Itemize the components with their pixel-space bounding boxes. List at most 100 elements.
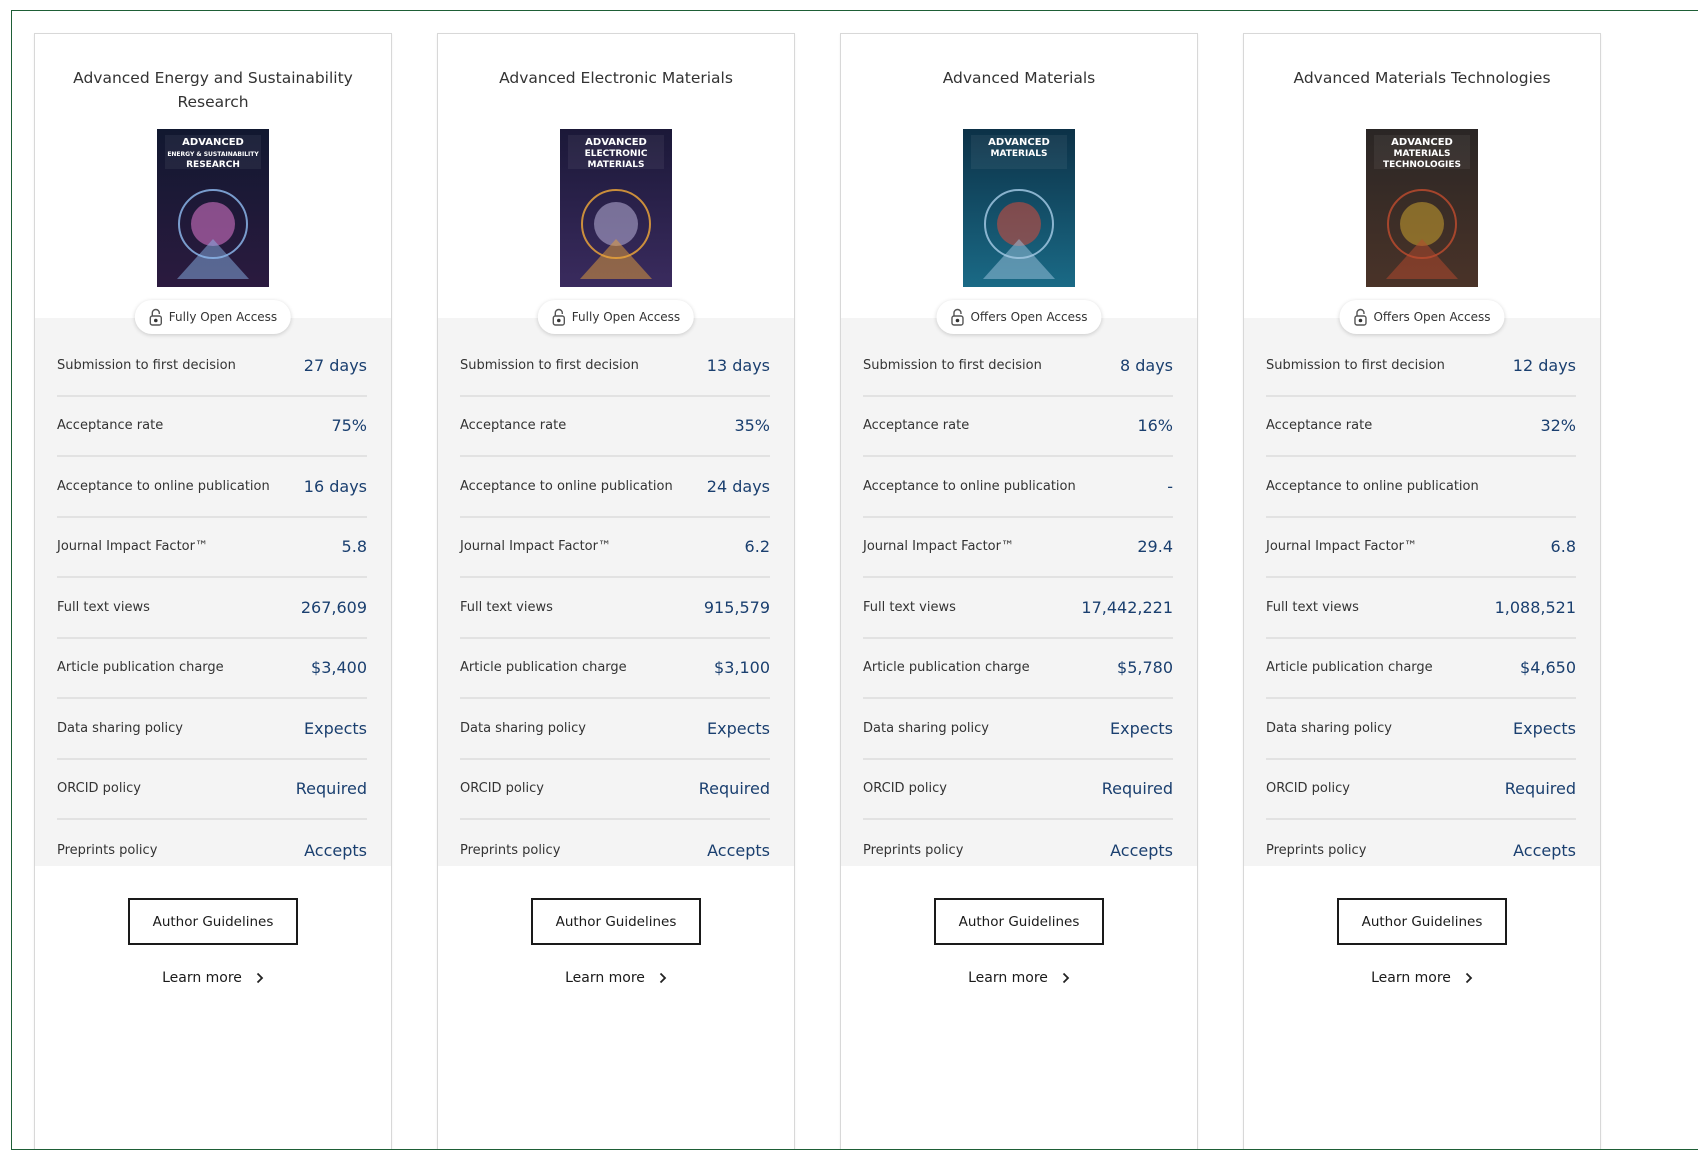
metric-row: Acceptance to online publication 24 days: [460, 457, 770, 518]
metric-value: Accepts: [304, 840, 367, 860]
metric-row: Data sharing policy Expects: [460, 699, 770, 760]
metric-row: Acceptance rate 35%: [460, 397, 770, 457]
metric-row: Journal Impact Factor™ 5.8: [57, 518, 367, 578]
metric-value: $4,650: [1520, 658, 1576, 678]
learn-more-link[interactable]: Learn more: [35, 970, 391, 986]
metric-row: ORCID policy Required: [57, 760, 367, 820]
journal-title[interactable]: Advanced Energy and Sustainability Resea…: [63, 66, 363, 114]
metric-row: Acceptance rate 32%: [1266, 397, 1576, 457]
metric-value: Accepts: [1513, 840, 1576, 860]
metric-label: Article publication charge: [863, 660, 1030, 676]
metric-row: ORCID policy Required: [460, 760, 770, 820]
metric-label: Full text views: [460, 599, 553, 615]
metric-value: Expects: [1110, 718, 1173, 738]
cover-masthead-line: RESEARCH: [186, 160, 240, 170]
metric-row: Article publication charge $4,650: [1266, 639, 1576, 699]
learn-more-link[interactable]: Learn more: [438, 970, 794, 986]
open-access-badge: Offers Open Access: [1339, 300, 1505, 334]
author-guidelines-button[interactable]: Author Guidelines: [531, 898, 701, 945]
metric-value: 1,088,521: [1494, 597, 1576, 617]
metric-row: Full text views 17,442,221: [863, 578, 1173, 639]
metric-row: Data sharing policy Expects: [863, 699, 1173, 760]
metric-row: Journal Impact Factor™ 6.8: [1266, 518, 1576, 578]
page-frame: Advanced Energy and Sustainability Resea…: [11, 10, 1698, 1150]
journal-cover-image[interactable]: ADVANCED MATERIALS TECHNOLOGIES: [1366, 129, 1478, 287]
metric-value: 35%: [734, 416, 770, 436]
cover-masthead-line: MATERIALS: [588, 160, 645, 170]
metric-row: ORCID policy Required: [1266, 760, 1576, 820]
card-footer: Author Guidelines Learn more: [438, 866, 794, 1149]
journal-card: Advanced Materials ADVANCED MATERIALS Offer…: [840, 33, 1198, 1149]
journal-cover-image[interactable]: ADVANCED ELECTRONIC MATERIALS: [560, 129, 672, 287]
open-lock-icon: [951, 308, 964, 326]
metric-label: Submission to first decision: [460, 357, 639, 373]
journal-title[interactable]: Advanced Materials Technologies: [1272, 66, 1572, 90]
card-header: Advanced Materials Technologies ADVANCED M…: [1244, 34, 1600, 334]
learn-more-link[interactable]: Learn more: [841, 970, 1197, 986]
author-guidelines-button[interactable]: Author Guidelines: [934, 898, 1104, 945]
metric-label: Acceptance to online publication: [460, 478, 673, 494]
metric-value: 16%: [1137, 416, 1173, 436]
metric-label: ORCID policy: [863, 781, 947, 797]
card-footer: Author Guidelines Learn more: [841, 866, 1197, 1149]
chevron-right-icon: [659, 972, 667, 984]
metric-row: Acceptance to online publication 16 days: [57, 457, 367, 518]
metric-label: Data sharing policy: [57, 720, 184, 736]
cover-masthead-line: ADVANCED: [585, 137, 647, 148]
metric-value: 6.8: [1550, 537, 1576, 557]
learn-more-label: Learn more: [1371, 970, 1451, 986]
card-header: Advanced Electronic Materials ADVANCED ELE…: [438, 34, 794, 334]
metric-row: Submission to first decision 12 days: [1266, 336, 1576, 397]
cover-masthead-line: ADVANCED: [182, 137, 244, 148]
metric-value: $5,780: [1117, 658, 1173, 678]
cover-masthead-line: ENERGY & SUSTAINABILITY: [167, 151, 259, 158]
metric-label: Data sharing policy: [863, 720, 990, 736]
metric-value: 17,442,221: [1081, 597, 1173, 617]
metric-value: 32%: [1540, 416, 1576, 436]
metric-row: Article publication charge $3,400: [57, 639, 367, 699]
metrics-list: Submission to first decision 27 days Accep…: [35, 318, 391, 866]
metric-value: 13 days: [706, 355, 770, 375]
metric-row: Journal Impact Factor™ 29.4: [863, 518, 1173, 578]
metric-row: Acceptance rate 16%: [863, 397, 1173, 457]
metrics-list: Submission to first decision 8 days Accept…: [841, 318, 1197, 866]
author-guidelines-button[interactable]: Author Guidelines: [128, 898, 298, 945]
cover-masthead-line: ELECTRONIC: [585, 149, 648, 159]
metric-row: Acceptance to online publication -: [863, 457, 1173, 518]
journal-cards: Advanced Energy and Sustainability Resea…: [34, 33, 1698, 1149]
metric-label: Acceptance rate: [1266, 418, 1373, 434]
open-access-badge: Fully Open Access: [134, 300, 292, 334]
metric-label: Acceptance to online publication: [57, 478, 270, 494]
metrics-list: Submission to first decision 13 days Accep…: [438, 318, 794, 866]
journal-cover-image[interactable]: ADVANCED MATERIALS: [963, 129, 1075, 287]
metric-row: Submission to first decision 8 days: [863, 336, 1173, 397]
metric-value: 915,579: [703, 597, 770, 617]
metric-row: Full text views 915,579: [460, 578, 770, 639]
metric-label: Acceptance rate: [460, 418, 567, 434]
metric-value: 267,609: [300, 597, 367, 617]
card-header: Advanced Materials ADVANCED MATERIALS Offer…: [841, 34, 1197, 334]
metric-label: Data sharing policy: [460, 720, 587, 736]
metric-row: Submission to first decision 13 days: [460, 336, 770, 397]
metric-label: Preprints policy: [57, 842, 158, 858]
metric-value: 16 days: [303, 476, 367, 496]
author-guidelines-button[interactable]: Author Guidelines: [1337, 898, 1507, 945]
open-access-badge: Fully Open Access: [537, 300, 695, 334]
card-footer: Author Guidelines Learn more: [1244, 866, 1600, 1149]
journal-title[interactable]: Advanced Materials: [869, 66, 1169, 90]
metric-label: Preprints policy: [460, 842, 561, 858]
metric-label: Article publication charge: [1266, 660, 1433, 676]
journal-title[interactable]: Advanced Electronic Materials: [466, 66, 766, 90]
metric-row: Data sharing policy Expects: [57, 699, 367, 760]
metric-value: 75%: [331, 416, 367, 436]
cover-masthead-line: MATERIALS: [1394, 149, 1451, 159]
metric-value: $3,100: [714, 658, 770, 678]
open-access-label: Fully Open Access: [168, 310, 278, 324]
cover-masthead-line: TECHNOLOGIES: [1383, 160, 1461, 170]
metric-value: -: [1167, 476, 1173, 496]
metric-value: 8 days: [1119, 355, 1173, 375]
journal-cover-image[interactable]: ADVANCED ENERGY & SUSTAINABILITY RESEARCH: [157, 129, 269, 287]
metric-label: Journal Impact Factor™: [863, 539, 1014, 555]
learn-more-link[interactable]: Learn more: [1244, 970, 1600, 986]
metrics-list: Submission to first decision 12 days Accep…: [1244, 318, 1600, 866]
